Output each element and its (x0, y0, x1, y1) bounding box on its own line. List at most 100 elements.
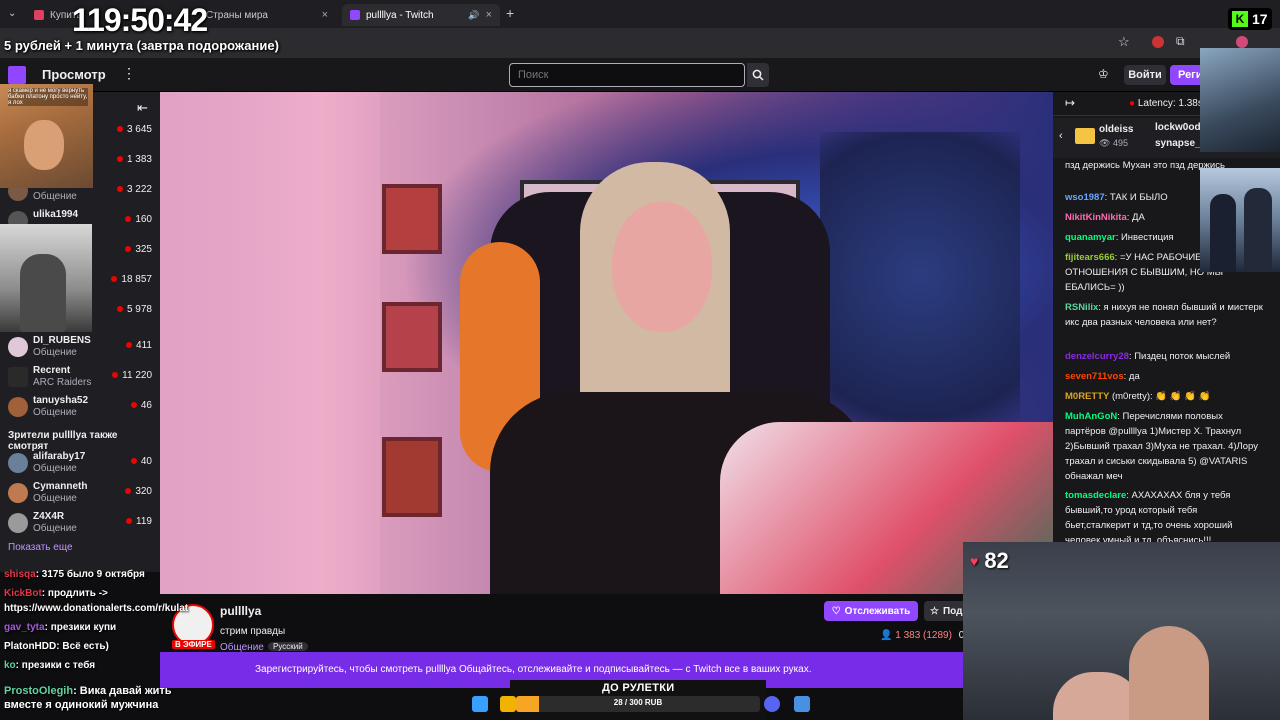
roulette-label: ДО РУЛЕТКИ (602, 682, 675, 694)
sidebar-channel[interactable]: DI_RUBENS Общение 411 (0, 332, 160, 362)
gifter-name[interactable]: oldeiss (1099, 124, 1133, 135)
live-dot-icon (125, 216, 132, 223)
viewer-count: 5 978 (116, 304, 152, 315)
likes-counter: ♥ 82 (970, 548, 1009, 573)
folder-icon[interactable] (500, 696, 516, 712)
profile-avatar[interactable] (1236, 36, 1248, 48)
taskbar (470, 694, 810, 716)
viewer-count: 11 220 (112, 370, 152, 381)
show-more-link[interactable]: Показать еще (8, 542, 73, 553)
viewer-count: 325 (125, 244, 152, 255)
person-icon: 👤 (880, 630, 893, 641)
figure-shape (1210, 194, 1236, 272)
puzzle-icon[interactable]: ⧉ (1176, 34, 1185, 49)
chat-username: quanamyar (1065, 232, 1116, 243)
figure-shape (20, 254, 66, 332)
curtain-shape (160, 92, 380, 594)
expand-arrow-icon[interactable]: ↦ (1065, 96, 1075, 110)
avatar (8, 367, 28, 387)
chat-username: NikitKinNikita (1065, 212, 1127, 223)
stream-title: стрим правды (220, 626, 286, 637)
channel-category: Общение (33, 493, 77, 504)
chat-username: RSNilix (1065, 302, 1099, 313)
channel-name: ulika1994 (33, 209, 79, 220)
chat-username: seven711vos (1065, 371, 1124, 382)
face-shape (24, 120, 64, 170)
new-tab-button[interactable]: + (506, 5, 514, 21)
overlay-chat-line: gav_tyta: презики купи (4, 622, 117, 633)
twitch-logo-icon[interactable] (8, 66, 26, 84)
site-icon (34, 10, 44, 20)
nav-browse[interactable]: Просмотр (42, 67, 106, 82)
sidebar-channel[interactable]: Recrent ARC Raiders 11 220 (0, 362, 160, 392)
gifter-name[interactable]: lockw0od (1155, 122, 1201, 133)
gifter-name[interactable]: synapse_o (1155, 138, 1207, 149)
sidebar-channel[interactable]: tanuysha52 Общение 46 (0, 392, 160, 422)
chevron-left-icon[interactable]: ‹ (1059, 130, 1063, 142)
tab-twitch[interactable]: pullllya - Twitch 🔊 × (342, 4, 500, 26)
close-icon[interactable]: × (486, 9, 492, 21)
close-icon[interactable]: × (322, 9, 328, 21)
star-icon[interactable]: ☆ (1118, 34, 1130, 50)
tab-list-icon[interactable]: ⌄ (8, 8, 16, 19)
language-tag[interactable]: Русский (268, 642, 308, 651)
overlay-chat-line: shisqa: 3175 было 9 октября (4, 569, 145, 580)
follow-button[interactable]: ♡ Отслеживать (824, 601, 918, 621)
overlay-chat-line: PlatonHDD: Всё есть) (4, 641, 109, 652)
video-player[interactable] (160, 92, 1053, 594)
more-vertical-icon[interactable]: ⋮ (122, 65, 136, 82)
viewer-count: 👤 1 383 (1289) 0 (880, 630, 965, 641)
sidebar-channel[interactable]: Cymanneth Общение 320 (0, 478, 160, 508)
login-button[interactable]: Войти (1124, 65, 1166, 85)
search-input[interactable] (509, 63, 745, 87)
live-dot-icon (126, 342, 133, 349)
channel-name: Cymanneth (33, 481, 88, 492)
live-dot-icon (116, 156, 123, 163)
avatar (8, 513, 28, 533)
twitch-icon (350, 10, 360, 20)
viewer-count: 1 383 (116, 154, 152, 165)
sidebar-channel[interactable]: alifaraby17 Общение 40 (0, 448, 160, 478)
channel-category: Общение (33, 407, 77, 418)
wall-frame (382, 302, 442, 372)
channel-name: alifaraby17 (33, 451, 86, 462)
notes-icon[interactable] (794, 696, 810, 712)
extension-icon[interactable] (1152, 36, 1164, 48)
channel-category: Общение (33, 523, 77, 534)
overlay-chat-line: ProstoOlegih: Вика давай жить вместе я о… (4, 685, 172, 711)
channel-name: DI_RUBENS (33, 335, 91, 346)
tab-strany[interactable]: Страны мира × (186, 4, 336, 26)
chat-message: RSNilix: я нихуя не понял бывший и мисте… (1065, 302, 1263, 328)
channel-name: Z4X4R (33, 511, 65, 522)
discord-icon[interactable] (764, 696, 780, 712)
channel-name: Recrent (33, 365, 71, 376)
avatar (8, 337, 28, 357)
overlay-chat-line: https://www.donationalerts.com/r/kulat (4, 603, 189, 614)
channel-category: ARC Raiders (33, 377, 92, 388)
overlay-photo-image (1200, 168, 1280, 272)
follow-label: Отслеживать (844, 605, 911, 617)
crown-icon (1075, 128, 1095, 144)
latency-indicator: ● Latency: 1.38s (1129, 98, 1203, 109)
speaker-icon[interactable]: 🔊 (468, 10, 479, 21)
crown-icon[interactable]: ♔ (1098, 67, 1109, 81)
search-button[interactable] (747, 63, 769, 87)
overlay-chat-line: ko: презики с тебя (4, 660, 96, 671)
windows-icon[interactable] (472, 696, 488, 712)
channel-name: tanuysha52 (33, 395, 89, 406)
chat-message: seven711vos: да (1065, 371, 1140, 382)
promo-text: 5 рублей + 1 минута (завтра подорожание) (4, 38, 279, 53)
live-dot-icon (116, 186, 123, 193)
viewer-count: 46 (130, 400, 152, 411)
person-shape (1129, 626, 1209, 720)
viewer-count: 3 222 (116, 184, 152, 195)
viewer-count: 160 (125, 214, 152, 225)
live-dot-icon (111, 276, 118, 283)
sidebar-channel[interactable]: Z4X4R Общение 119 (0, 508, 160, 538)
overlay-webcam-image: я скамер и не могу вернуть бабки платону… (0, 84, 93, 188)
viewer-count: 119 (126, 516, 152, 527)
collapse-arrow-icon[interactable]: ⇤ (137, 100, 148, 116)
streamer-name[interactable]: pullllya (220, 604, 261, 618)
chat-username: tomasdeclare (1065, 490, 1127, 501)
star-icon: ☆ (930, 605, 939, 617)
